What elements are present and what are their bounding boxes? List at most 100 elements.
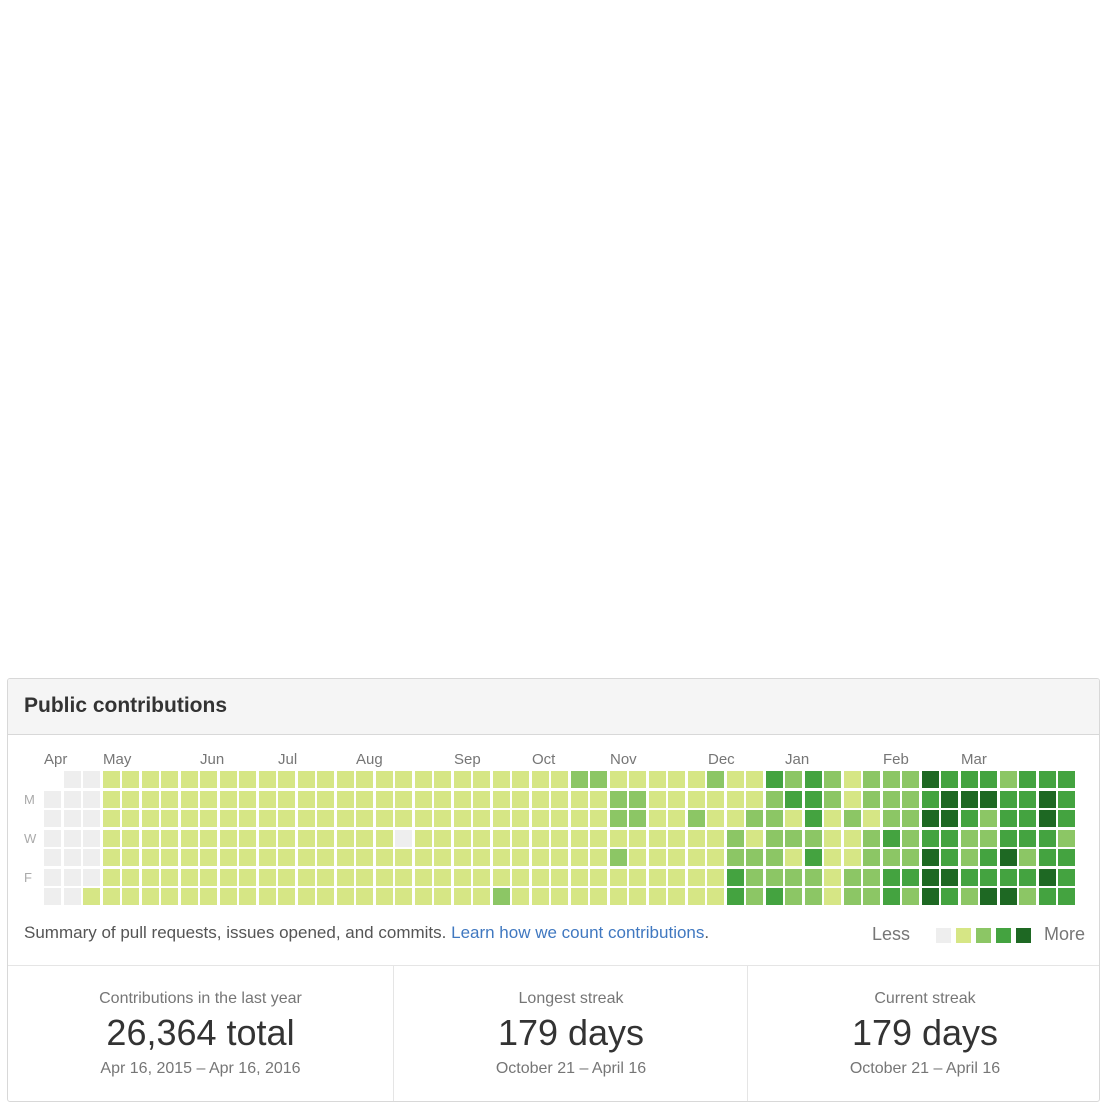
contribution-day[interactable] (902, 849, 919, 866)
contribution-day[interactable] (531, 790, 549, 808)
contribution-day[interactable] (102, 849, 120, 866)
contribution-day[interactable] (492, 849, 510, 866)
contribution-day[interactable] (1058, 849, 1075, 866)
contribution-day[interactable] (609, 810, 627, 827)
contribution-day[interactable] (434, 888, 451, 905)
contribution-day[interactable] (239, 771, 256, 788)
contribution-day[interactable] (707, 829, 724, 847)
contribution-day[interactable] (843, 790, 861, 808)
contribution-day[interactable] (414, 888, 432, 905)
contribution-day[interactable] (1038, 849, 1056, 866)
contribution-day[interactable] (726, 790, 744, 808)
contribution-day[interactable] (824, 888, 841, 905)
contribution-day[interactable] (180, 790, 198, 808)
contribution-day[interactable] (356, 849, 373, 866)
contribution-day[interactable] (648, 829, 666, 847)
contribution-day[interactable] (590, 849, 607, 866)
contribution-day[interactable] (141, 810, 159, 827)
contribution-day[interactable] (434, 829, 451, 847)
contribution-day[interactable] (375, 868, 393, 886)
contribution-day[interactable] (980, 868, 997, 886)
contribution-day[interactable] (414, 790, 432, 808)
contribution-day[interactable] (902, 888, 919, 905)
contribution-day[interactable] (843, 849, 861, 866)
contribution-day[interactable] (902, 810, 919, 827)
contribution-day[interactable] (843, 868, 861, 886)
contribution-day[interactable] (83, 868, 100, 886)
contribution-day[interactable] (609, 771, 627, 788)
contribution-day[interactable] (960, 868, 978, 886)
contribution-day[interactable] (941, 810, 958, 827)
contribution-day[interactable] (843, 829, 861, 847)
contribution-day[interactable] (804, 790, 822, 808)
contribution-day[interactable] (102, 790, 120, 808)
contribution-day[interactable] (999, 868, 1017, 886)
contribution-day[interactable] (570, 771, 588, 788)
contribution-day[interactable] (336, 888, 354, 905)
contribution-day[interactable] (824, 849, 841, 866)
contribution-day[interactable] (902, 790, 919, 808)
contribution-day[interactable] (999, 771, 1017, 788)
contribution-day[interactable] (492, 771, 510, 788)
contribution-day[interactable] (102, 829, 120, 847)
contribution-day[interactable] (453, 790, 471, 808)
contribution-day[interactable] (473, 829, 490, 847)
contribution-day[interactable] (941, 888, 958, 905)
contribution-day[interactable] (629, 810, 646, 827)
contribution-day[interactable] (317, 868, 334, 886)
contribution-day[interactable] (512, 849, 529, 866)
contribution-day[interactable] (473, 790, 490, 808)
contribution-day[interactable] (317, 810, 334, 827)
contribution-day[interactable] (63, 888, 81, 905)
contribution-day[interactable] (434, 810, 451, 827)
contribution-day[interactable] (219, 888, 237, 905)
contribution-day[interactable] (434, 790, 451, 808)
contribution-day[interactable] (141, 771, 159, 788)
contribution-day[interactable] (278, 829, 295, 847)
contribution-day[interactable] (1019, 790, 1036, 808)
contribution-day[interactable] (258, 888, 276, 905)
contribution-day[interactable] (278, 771, 295, 788)
contribution-day[interactable] (200, 849, 217, 866)
contribution-day[interactable] (44, 810, 61, 827)
contribution-day[interactable] (726, 771, 744, 788)
contribution-day[interactable] (668, 868, 685, 886)
contribution-day[interactable] (668, 790, 685, 808)
contribution-day[interactable] (863, 790, 880, 808)
contribution-day[interactable] (161, 771, 178, 788)
contribution-day[interactable] (297, 868, 315, 886)
contribution-day[interactable] (999, 888, 1017, 905)
contribution-day[interactable] (609, 888, 627, 905)
contribution-day[interactable] (336, 810, 354, 827)
contribution-day[interactable] (999, 810, 1017, 827)
contribution-day[interactable] (629, 771, 646, 788)
contribution-day[interactable] (980, 771, 997, 788)
contribution-day[interactable] (414, 829, 432, 847)
contribution-day[interactable] (785, 849, 802, 866)
contribution-day[interactable] (1038, 888, 1056, 905)
contribution-day[interactable] (239, 790, 256, 808)
contribution-day[interactable] (726, 888, 744, 905)
contribution-day[interactable] (453, 829, 471, 847)
contribution-day[interactable] (141, 888, 159, 905)
contribution-day[interactable] (122, 790, 139, 808)
contribution-day[interactable] (726, 810, 744, 827)
contribution-day[interactable] (882, 810, 900, 827)
contribution-day[interactable] (297, 790, 315, 808)
contribution-day[interactable] (492, 810, 510, 827)
contribution-day[interactable] (317, 829, 334, 847)
contribution-day[interactable] (375, 849, 393, 866)
contribution-day[interactable] (180, 888, 198, 905)
contribution-day[interactable] (570, 790, 588, 808)
contribution-day[interactable] (687, 868, 705, 886)
contribution-day[interactable] (258, 810, 276, 827)
contribution-day[interactable] (960, 829, 978, 847)
contribution-day[interactable] (336, 849, 354, 866)
contribution-day[interactable] (941, 790, 958, 808)
contribution-day[interactable] (980, 849, 997, 866)
contribution-day[interactable] (785, 868, 802, 886)
contribution-day[interactable] (590, 771, 607, 788)
contribution-day[interactable] (980, 810, 997, 827)
contribution-day[interactable] (473, 868, 490, 886)
contribution-day[interactable] (629, 790, 646, 808)
